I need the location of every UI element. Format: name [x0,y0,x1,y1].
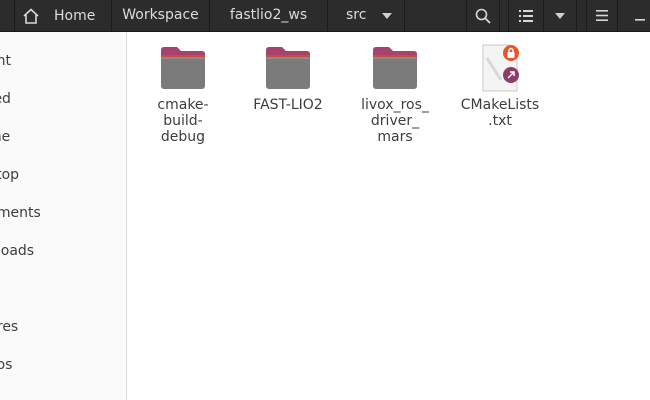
sidebar-item-starred[interactable]: red [0,80,126,118]
file-name: CMakeLists .txt [460,97,540,129]
home-button[interactable]: Home [14,0,114,31]
chevron-down-icon [555,12,565,19]
toolbar-separator [499,0,500,32]
file-name: livox_ros_ driver_ mars [361,97,429,145]
search-button[interactable] [467,0,499,31]
sidebar-item-recent[interactable]: ent [0,42,126,80]
minimize-button[interactable] [630,0,650,31]
sidebar-item-videos[interactable]: eos [0,346,126,384]
breadcrumb-separator [14,0,15,32]
file-item[interactable]: CMakeLists .txt [450,44,550,129]
toolbar-separator [576,0,577,32]
view-list-button[interactable] [509,0,543,31]
home-label: Home [54,7,96,24]
file-name: cmake- build- debug [157,97,209,145]
minimize-icon [635,18,645,21]
file-item[interactable]: FAST-LIO2 [238,44,338,113]
sidebar: ent red me ktop uments nloads ic ures eo… [0,32,127,400]
file-name: FAST-LIO2 [253,97,323,113]
breadcrumb-fastlio2-ws[interactable]: fastlio2_ws [210,0,327,31]
list-view-icon [519,9,533,22]
text-file-icon [475,44,525,92]
sidebar-item-downloads[interactable]: nloads [0,232,126,270]
chevron-down-icon [382,13,392,19]
view-options-button[interactable] [544,0,576,31]
breadcrumb-separator [404,0,405,32]
sidebar-item-documents[interactable]: uments [0,194,126,232]
folder-icon [263,44,313,92]
file-item[interactable]: cmake- build- debug [133,44,233,145]
menu-button[interactable] [587,0,617,31]
breadcrumb-src[interactable]: src [328,0,404,31]
file-item[interactable]: livox_ros_ driver_ mars [345,44,445,145]
header-bar: Home Workspace fastlio2_ws src [0,0,650,32]
file-view: cmake- build- debug FAST-LIO2 livox_ros_… [127,32,650,400]
breadcrumb-workspace[interactable]: Workspace [112,0,209,31]
sidebar-item-music[interactable]: ic [0,270,126,308]
sidebar-item-pictures[interactable]: ures [0,308,126,346]
sidebar-item-desktop[interactable]: ktop [0,156,126,194]
folder-icon [370,44,420,92]
folder-icon [158,44,208,92]
toolbar-separator [617,0,618,32]
search-icon [475,8,491,24]
hamburger-menu-icon [596,10,608,21]
home-icon [23,7,39,24]
sidebar-item-home[interactable]: me [0,118,126,156]
